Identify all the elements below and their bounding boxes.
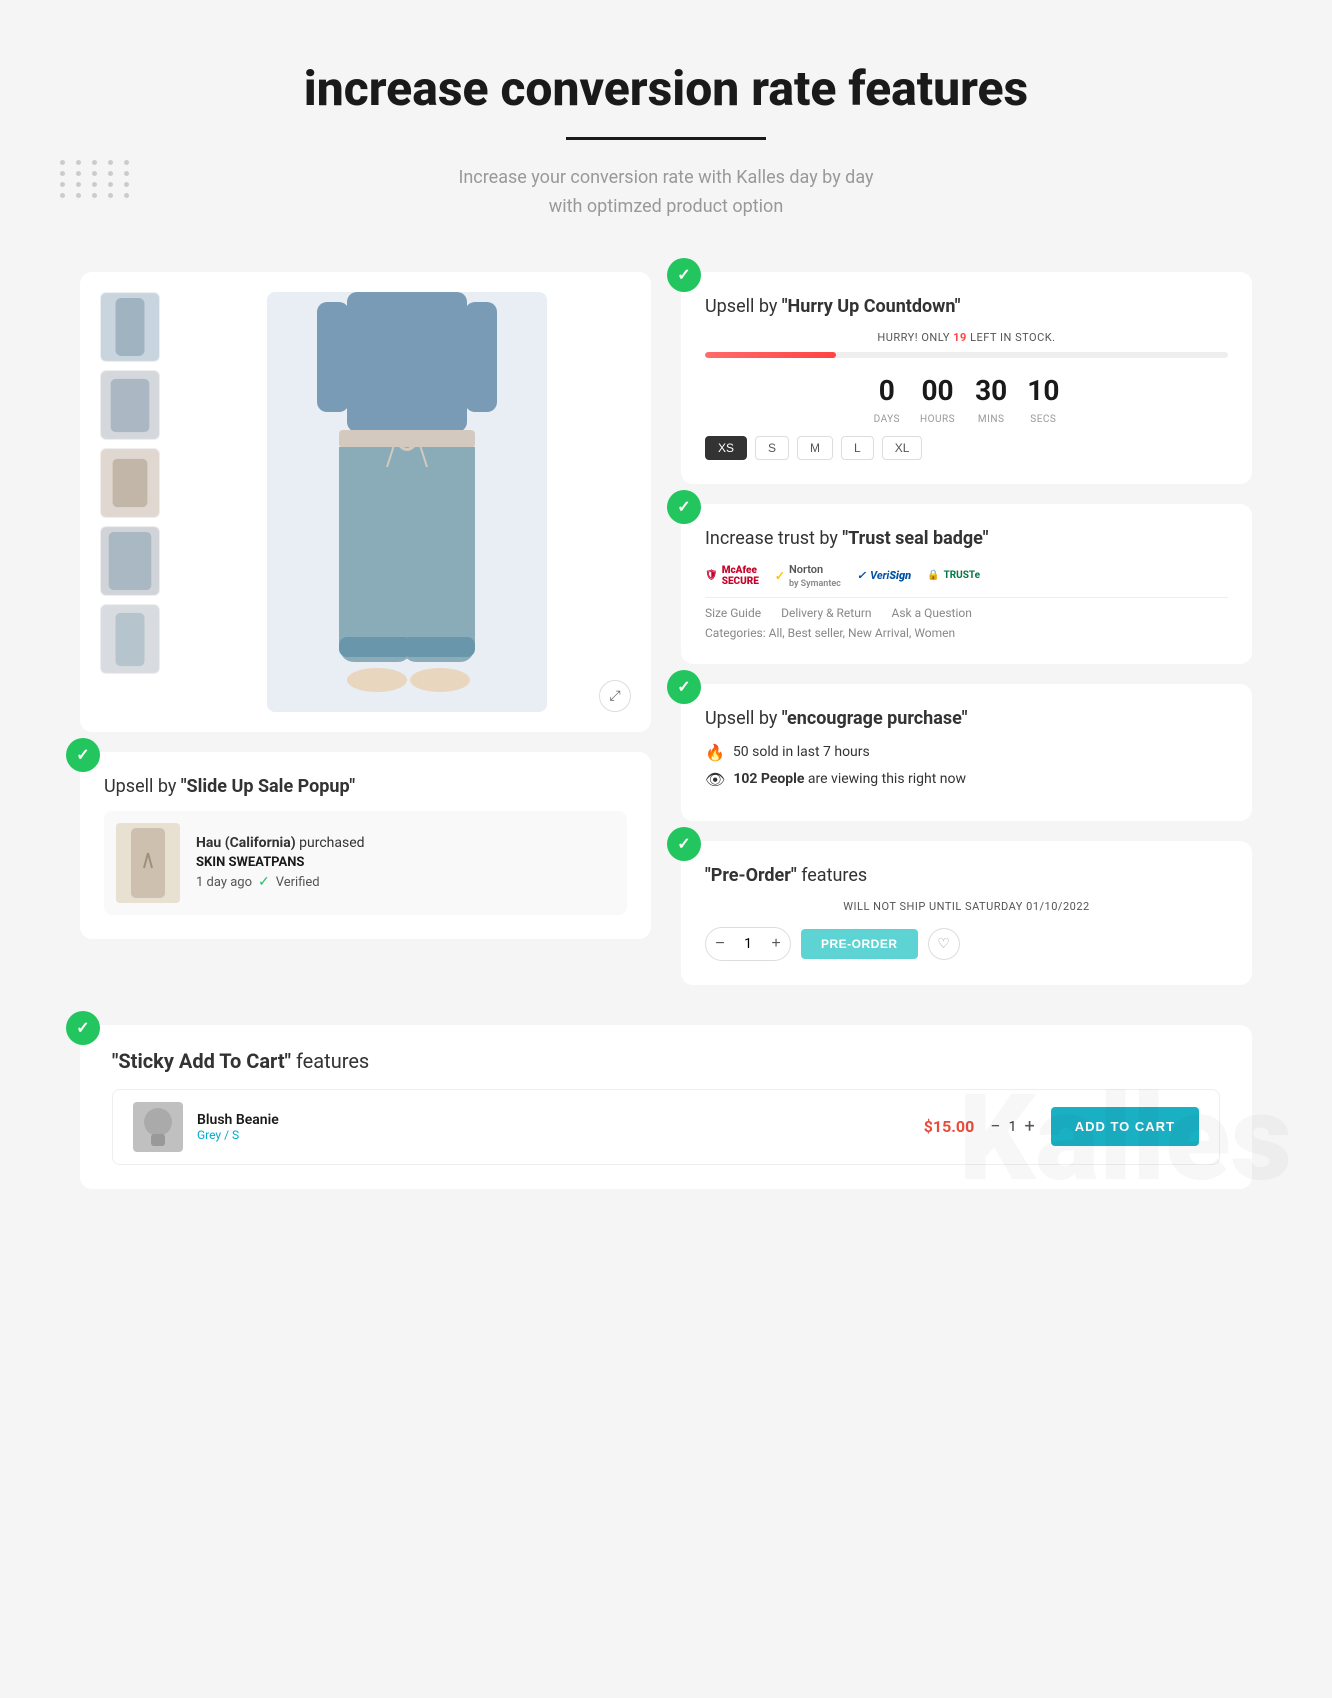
truste-icon: 🔒 [927,570,939,581]
popup-feature-title: Upsell by "Slide Up Sale Popup" [104,776,627,797]
dots-decoration [60,160,134,198]
product-image-section: ⤢ [80,272,651,732]
thumbnail-3[interactable] [100,448,160,518]
countdown-secs: 10 SECS [1027,374,1059,426]
verified-check-icon: ✓ [258,874,270,890]
size-l[interactable]: L [841,436,874,460]
title-underline [566,137,766,140]
countdown-card: ✓ Upsell by "Hurry Up Countdown" HURRY! … [681,272,1252,484]
popup-card: ✓ Upsell by "Slide Up Sale Popup" [80,752,651,939]
preorder-banner: WILL NOT SHIP UNTIL SATURDAY 01/10/2022 [705,900,1228,913]
preorder-button[interactable]: PRE-ORDER [801,929,918,959]
zoom-icon[interactable]: ⤢ [599,680,631,712]
trust-title: Increase trust by "Trust seal badge" [705,528,1228,549]
sticky-product-thumb [133,1102,183,1152]
sticky-right: $15.00 − 1 + ADD TO CART [924,1107,1199,1146]
popup-check-badge: ✓ [66,738,100,772]
popup-inner: Hau (California) purchased SKIN SWEATPAN… [104,811,627,915]
preorder-card: ✓ "Pre-Order" features WILL NOT SHIP UNT… [681,841,1252,985]
sticky-section: ✓ "Sticky Add To Cart" features Blush Be… [80,1025,1252,1189]
sticky-bar: Blush Beanie Grey / S $15.00 − 1 + ADD T… [112,1089,1220,1165]
sticky-qty-plus-button[interactable]: + [1024,1116,1034,1137]
popup-product-name: SKIN SWEATPANS [196,855,365,870]
sticky-price: $15.00 [924,1117,975,1136]
preorder-controls: − 1 + PRE-ORDER ♡ [705,927,1228,961]
sticky-check-badge: ✓ [66,1011,100,1045]
product-svg [267,292,547,712]
popup-product-image [116,823,180,903]
eye-icon: 👁 [705,770,725,789]
progress-bar-fill [705,352,836,358]
customer-name: Hau (California) purchased [196,835,365,851]
header-section: increase conversion rate features Increa… [80,60,1252,222]
encourage-check-badge: ✓ [667,670,701,704]
sticky-qty-number: 1 [1009,1119,1017,1135]
preorder-check-badge: ✓ [667,827,701,861]
tab-size-guide[interactable]: Size Guide [705,606,761,620]
sticky-feature-title: "Sticky Add To Cart" features [112,1049,1220,1073]
trust-badges: 🛡 McAfeeSECURE ✓ Nortonby Symantec ✓ Ver… [705,563,1228,589]
verified-row: 1 day ago ✓ Verified [196,874,365,890]
encourage-card: ✓ Upsell by "encougrage purchase" 🔥 50 s… [681,684,1252,821]
size-m[interactable]: M [797,436,833,460]
size-xl[interactable]: XL [882,436,923,460]
sticky-qty-control: − 1 + [990,1116,1034,1137]
features-column: ✓ Upsell by "Hurry Up Countdown" HURRY! … [681,272,1252,985]
preorder-title: "Pre-Order" features [705,865,1228,886]
sticky-product-name: Blush Beanie [197,1112,279,1128]
size-s[interactable]: S [755,436,789,460]
fire-icon: 🔥 [705,743,725,762]
tabs-row: Size Guide Delivery & Return Ask a Quest… [705,597,1228,620]
thumbnail-4[interactable] [100,526,160,596]
tab-ask[interactable]: Ask a Question [892,606,972,620]
encourage-item-1: 🔥 50 sold in last 7 hours [705,743,1228,762]
trust-check-badge: ✓ [667,490,701,524]
tab-delivery[interactable]: Delivery & Return [781,606,871,620]
countdown-mins: 30 MINS [975,374,1007,426]
encourage-title: Upsell by "encougrage purchase" [705,708,1228,729]
wishlist-button[interactable]: ♡ [928,928,960,960]
add-to-cart-button[interactable]: ADD TO CART [1051,1107,1199,1146]
thumbnail-5[interactable] [100,604,160,674]
countdown-days: 0 DAYS [874,374,900,426]
popup-info: Hau (California) purchased SKIN SWEATPAN… [196,835,365,890]
page-wrapper: increase conversion rate features Increa… [0,0,1332,1249]
size-row: XS S M L XL [705,436,1228,460]
countdown-grid: 0 DAYS 00 HOURS 30 MINS 10 SECS [705,374,1228,426]
sticky-variant[interactable]: Grey / S [197,1128,279,1142]
encourage-list: 🔥 50 sold in last 7 hours 👁 102 People a… [705,743,1228,789]
thumbnail-2[interactable] [100,370,160,440]
countdown-check-badge: ✓ [667,258,701,292]
subtitle: Increase your conversion rate with Kalle… [80,164,1252,222]
sticky-product-info: Blush Beanie Grey / S [197,1112,279,1142]
qty-minus-button[interactable]: − [706,928,734,960]
product-main-image [182,292,631,712]
thumbnail-1[interactable] [100,292,160,362]
countdown-title: Upsell by "Hurry Up Countdown" [705,296,1228,317]
size-xs[interactable]: XS [705,436,747,460]
mcafee-badge: 🛡 McAfeeSECURE [705,565,759,587]
sticky-product: Blush Beanie Grey / S [133,1102,279,1152]
norton-badge: ✓ Nortonby Symantec [775,563,841,589]
product-panel: ⤢ ✓ Upsell by "Slide Up Sale Popup" [80,272,651,985]
encourage-item-2: 👁 102 People are viewing this right now [705,770,1228,789]
thumbnail-list [100,292,170,712]
page-title: increase conversion rate features [80,60,1252,117]
truste-badge: 🔒 TRUSTe [927,570,980,581]
qty-number: 1 [734,936,762,952]
verisign-badge: ✓ VeriSign [857,569,911,582]
hurry-banner: HURRY! ONLY 19 LEFT IN STOCK. [705,331,1228,344]
countdown-hours: 00 HOURS [920,374,955,426]
qty-plus-button[interactable]: + [762,928,790,960]
sticky-qty-minus-button[interactable]: − [990,1116,1000,1137]
mcafee-icon: 🛡 [705,570,718,581]
stock-progress-bar [705,352,1228,358]
qty-control: − 1 + [705,927,791,961]
trust-badge-card: ✓ Increase trust by "Trust seal badge" 🛡… [681,504,1252,664]
content-grid: ⤢ ✓ Upsell by "Slide Up Sale Popup" [80,272,1252,985]
verisign-icon: ✓ [857,569,866,582]
categories-row: Categories: All, Best seller, New Arriva… [705,626,1228,640]
norton-icon: ✓ [775,569,785,583]
